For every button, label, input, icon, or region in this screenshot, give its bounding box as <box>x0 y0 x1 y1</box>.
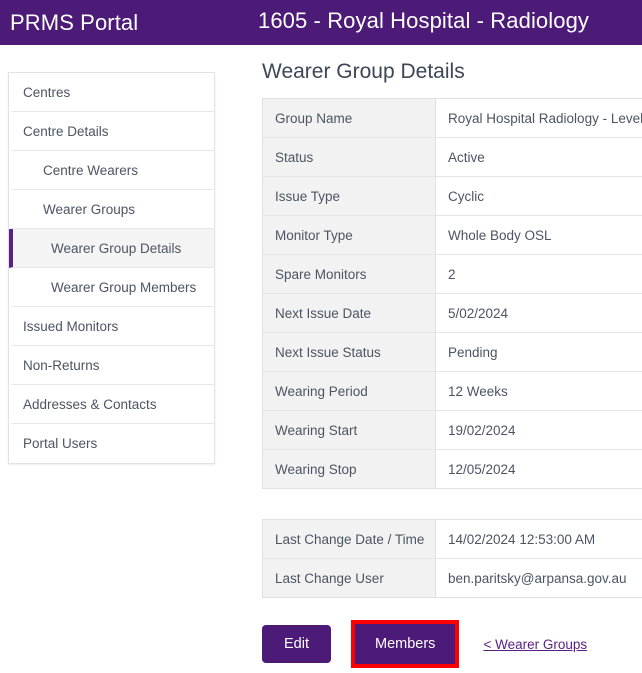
sidebar-item-wearer-group-details[interactable]: Wearer Group Details <box>9 229 214 268</box>
sidebar-item-wearer-group-members[interactable]: Wearer Group Members <box>9 268 214 307</box>
sidebar-item-portal-users[interactable]: Portal Users <box>9 424 214 463</box>
sidebar-item-non-returns[interactable]: Non-Returns <box>9 346 214 385</box>
sidebar-item-issued-monitors[interactable]: Issued Monitors <box>9 307 214 346</box>
table-row: Issue Type Cyclic <box>262 176 642 216</box>
row-value: 19/02/2024 <box>435 410 642 450</box>
members-button-highlight: Members <box>351 620 460 668</box>
sidebar-item-label: Wearer Group Members <box>51 279 197 295</box>
main-content: Wearer Group Details Group Name Royal Ho… <box>262 60 642 668</box>
sidebar-item-centres[interactable]: Centres <box>9 73 214 112</box>
page-title: Wearer Group Details <box>262 60 465 83</box>
table-row: Wearing Start 19/02/2024 <box>262 410 642 450</box>
audit-details-table: Last Change Date / Time 14/02/2024 12:53… <box>262 519 642 598</box>
row-value: Cyclic <box>435 176 642 216</box>
row-label: Wearing Period <box>262 371 436 411</box>
back-to-wearer-groups-link[interactable]: < Wearer Groups <box>483 637 587 652</box>
sidebar-item-label: Issued Monitors <box>23 318 119 334</box>
row-label: Spare Monitors <box>262 254 436 294</box>
row-value: 5/02/2024 <box>435 293 642 333</box>
app-header: PRMS Portal 1605 - Royal Hospital - Radi… <box>0 0 642 45</box>
table-row: Next Issue Date 5/02/2024 <box>262 293 642 333</box>
sidebar-item-label: Non-Returns <box>23 357 100 373</box>
table-spacer <box>262 489 642 519</box>
sidebar-item-label: Centre Wearers <box>43 162 139 178</box>
table-row: Next Issue Status Pending <box>262 332 642 372</box>
row-label: Next Issue Date <box>262 293 436 333</box>
wearer-group-details-table: Group Name Royal Hospital Radiology - Le… <box>262 98 642 489</box>
table-row: Group Name Royal Hospital Radiology - Le… <box>262 98 642 138</box>
sidebar-item-label: Centre Details <box>23 123 109 139</box>
sidebar-item-wearer-groups[interactable]: Wearer Groups <box>9 190 214 229</box>
centre-title: 1605 - Royal Hospital - Radiology <box>258 8 590 33</box>
row-value: 12 Weeks <box>435 371 642 411</box>
row-label: Wearing Stop <box>262 449 436 489</box>
row-value: 12/05/2024 <box>435 449 642 489</box>
row-value: Pending <box>435 332 642 372</box>
app-title: PRMS Portal <box>10 9 139 35</box>
row-value: Active <box>435 137 642 177</box>
row-label: Last Change Date / Time <box>262 519 436 559</box>
action-bar: Edit Members < Wearer Groups <box>262 620 642 668</box>
members-button[interactable]: Members <box>355 624 456 664</box>
table-row: Monitor Type Whole Body OSL <box>262 215 642 255</box>
sidebar-item-label: Addresses & Contacts <box>23 396 157 412</box>
sidebar-item-label: Portal Users <box>23 436 98 451</box>
row-label: Monitor Type <box>262 215 436 255</box>
row-label: Status <box>262 137 436 177</box>
sidebar-item-centre-wearers[interactable]: Centre Wearers <box>9 151 214 190</box>
table-row: Wearing Stop 12/05/2024 <box>262 449 642 489</box>
row-label: Last Change User <box>262 558 436 598</box>
row-value: 2 <box>435 254 642 294</box>
edit-button[interactable]: Edit <box>262 625 331 663</box>
sidebar-item-centre-details[interactable]: Centre Details <box>9 112 214 151</box>
sidebar-item-label: Wearer Groups <box>43 201 136 217</box>
sidebar-item-label: Centres <box>23 84 71 100</box>
row-label: Wearing Start <box>262 410 436 450</box>
table-row: Status Active <box>262 137 642 177</box>
table-row: Last Change User ben.paritsky@arpansa.go… <box>262 558 642 598</box>
sidebar-nav: Centres Centre Details Centre Wearers We… <box>8 72 215 464</box>
row-value: ben.paritsky@arpansa.gov.au <box>435 558 642 598</box>
row-label: Next Issue Status <box>262 332 436 372</box>
table-row: Last Change Date / Time 14/02/2024 12:53… <box>262 519 642 559</box>
table-row: Wearing Period 12 Weeks <box>262 371 642 411</box>
row-value: Royal Hospital Radiology - Level 2 <box>435 98 642 138</box>
sidebar-item-label: Wearer Group Details <box>51 240 182 256</box>
row-value: 14/02/2024 12:53:00 AM <box>435 519 642 559</box>
sidebar-item-addresses-contacts[interactable]: Addresses & Contacts <box>9 385 214 424</box>
row-label: Group Name <box>262 98 436 138</box>
row-value: Whole Body OSL <box>435 215 642 255</box>
table-row: Spare Monitors 2 <box>262 254 642 294</box>
row-label: Issue Type <box>262 176 436 216</box>
